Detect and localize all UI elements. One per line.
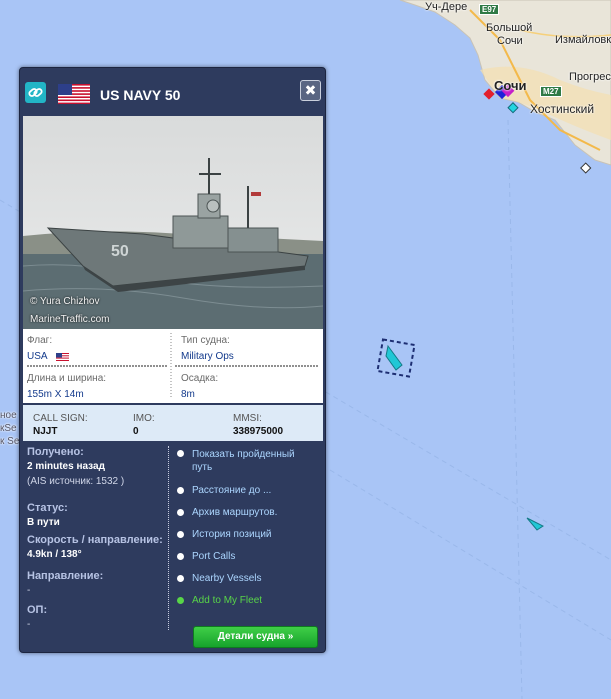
mmsi-label: MMSI: <box>233 413 262 424</box>
map-label: Измайловк <box>555 34 611 46</box>
vessel-photo[interactable]: 50 © Yura Chizhov MarineTraffic.com <box>23 116 323 329</box>
map-edge-text: ное <box>0 410 17 421</box>
us-flag-icon <box>58 84 90 104</box>
map-label: Уч-Дере <box>425 1 468 13</box>
position-history-link[interactable]: История позиций <box>177 529 272 540</box>
vessel-marker[interactable] <box>507 102 519 114</box>
road-badge: M27 <box>540 86 562 97</box>
type-value: Military Ops <box>181 351 234 362</box>
bullet-icon <box>177 450 184 457</box>
vessel-popup: US NAVY 50 ✖ 50 © Yura Chizhov MarineTra… <box>19 67 326 653</box>
flag-label: Флаг: <box>27 335 53 346</box>
map-label: Хостинский <box>530 102 595 116</box>
status-label: Статус: <box>27 502 68 514</box>
vessel-details-button[interactable]: Детали судна » <box>193 626 318 648</box>
popup-header: US NAVY 50 ✖ <box>20 68 325 116</box>
route-archive-link[interactable]: Архив маршрутов. <box>177 507 277 518</box>
status-value: В пути <box>27 517 60 528</box>
type-label: Тип судна: <box>181 335 230 346</box>
mmsi-value: 338975000 <box>233 426 284 437</box>
hull-number: 50 <box>111 243 129 260</box>
op-label: ОП: <box>27 604 48 616</box>
bullet-icon <box>177 553 184 560</box>
vessel-info-grid: Флаг: USA Тип судна: Military Ops Длина … <box>23 329 323 403</box>
distance-link[interactable]: Расстояние до ... <box>177 485 271 496</box>
bullet-icon <box>177 487 184 494</box>
vessel-icon[interactable] <box>526 517 544 531</box>
vessel-marker[interactable] <box>580 162 592 174</box>
type-cell: Тип судна: Military Ops <box>181 335 324 371</box>
direction-label: Направление: <box>27 570 104 582</box>
size-label: Длина и ширина: <box>27 373 107 384</box>
imo-label: IMO: <box>133 413 155 424</box>
speed-label: Скорость / направление: <box>27 534 163 546</box>
callsign-value: NJJT <box>33 426 58 437</box>
size-cell: Длина и ширина: 155m X 14m <box>27 373 170 409</box>
map-label: Сочи <box>497 35 523 47</box>
map-label: Большой <box>486 22 533 34</box>
photo-credit: MarineTraffic.com <box>30 314 110 325</box>
imo-value: 0 <box>133 426 139 437</box>
show-track-link[interactable]: Показать пройденный путь <box>177 448 312 474</box>
direction-value: - <box>27 585 31 596</box>
link-icon[interactable] <box>25 82 46 103</box>
bullet-icon <box>177 531 184 538</box>
map-edge-text: кSe <box>0 423 17 434</box>
speed-value: 4.9kn / 138° <box>27 549 82 560</box>
nearby-vessels-link[interactable]: Nearby Vessels <box>177 573 261 584</box>
route-line <box>507 119 523 699</box>
callsign-label: CALL SIGN: <box>33 413 88 424</box>
us-flag-small-icon <box>55 352 69 361</box>
ais-source: (AIS источник: 1532 ) <box>27 476 125 487</box>
bullet-icon <box>177 509 184 516</box>
flag-cell: Флаг: USA <box>27 335 170 371</box>
vessel-name: US NAVY 50 <box>100 87 181 103</box>
received-label: Получено: <box>27 446 84 458</box>
draft-value: 8m <box>181 389 195 400</box>
draft-label: Осадка: <box>181 373 219 384</box>
selected-vessel-icon[interactable] <box>385 344 403 371</box>
bullet-icon <box>177 597 184 604</box>
map-edge-text: к Se <box>0 436 20 447</box>
port-calls-link[interactable]: Port Calls <box>177 551 235 562</box>
route-line <box>329 469 611 641</box>
add-to-fleet-link[interactable]: Add to My Fleet <box>177 595 262 606</box>
close-button[interactable]: ✖ <box>300 80 321 101</box>
map-label: Сочи <box>494 78 527 93</box>
size-value: 155m X 14m <box>27 389 84 400</box>
map-label: Прогресс <box>569 71 611 83</box>
photo-credit: © Yura Chizhov <box>30 296 100 307</box>
column-divider <box>168 446 169 630</box>
op-value: - <box>27 619 31 630</box>
draft-cell: Осадка: 8m <box>181 373 324 409</box>
road-badge: E97 <box>479 4 500 15</box>
received-value: 2 minutes назад <box>27 461 105 472</box>
vessel-identifiers: CALL SIGN: NJJT IMO: 0 MMSI: 338975000 <box>23 405 323 441</box>
flag-value: USA <box>27 351 48 362</box>
bullet-icon <box>177 575 184 582</box>
